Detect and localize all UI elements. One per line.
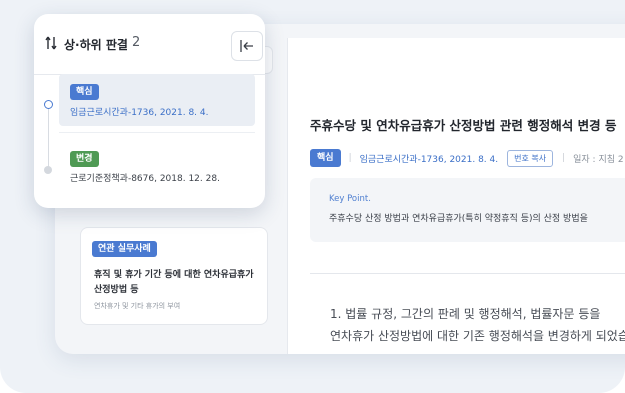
timeline-dot [44,166,52,174]
body-line: 연차휴가 산정방법에 대한 기존 행정해석을 변경하게 되었습 [330,329,625,343]
item-ref: 근로기준정책과-8676, 2018. 12. 28. [70,174,220,184]
body-line: 1. 법률 규정, 그간의 판례 및 행정해석, 법률자문 등을 [330,307,601,321]
document-ref-link[interactable]: 임금근로시간과-1736, 2021. 8. 4. [360,152,499,165]
sort-icon [45,36,57,50]
timeline-item-active[interactable]: 핵심 임금근로시간과-1736, 2021. 8. 4. [59,74,255,126]
document-badge: 핵심 [310,149,341,167]
related-judgments-popup: 상·하위 판결 2 핵심 임금근로시간과-1736, 2021. 8. 4. 변… [34,14,265,208]
timeline-item[interactable]: 변경 근로기준정책과-8676, 2018. 12. 28. [59,132,255,185]
meta-divider: | [348,153,352,163]
case-title: 휴직 및 휴가 기간 등에 대한 연차유급휴가 산정방법 등 [94,270,254,295]
popup-header: 상·하위 판결 2 [34,14,265,75]
timeline-dot-active [44,100,53,109]
case-badge: 연관 실무사례 [92,241,157,257]
copy-number-button[interactable]: 번호 복사 [507,149,554,167]
collapse-panel-button[interactable] [231,31,263,61]
document-date: 일자 : 지침 2 [573,154,624,165]
document-panel: 주휴수당 및 연차유급휴가 산정방법 관련 행정해석 변경 등 핵심 | 임금근… [287,38,625,354]
section-divider [310,273,625,274]
related-case-card[interactable]: 연관 실무사례 휴직 및 휴가 기간 등에 대한 연차유급휴가 산정방법 등 연… [80,227,268,325]
item-ref: 임금근로시간과-1736, 2021. 8. 4. [70,108,209,118]
popup-count: 2 [132,35,141,50]
document-meta: 핵심 | 임금근로시간과-1736, 2021. 8. 4. 번호 복사 | 일… [310,148,624,168]
key-point-box: Key Point. 주휴수당 산정 방법과 연차유급휴가(특히 약정휴직 등)… [310,178,625,242]
case-tags: 연차휴가 및 기타 휴가의 부여 [94,302,181,310]
item-badge: 변경 [70,151,99,167]
key-point-text: 주휴수당 산정 방법과 연차유급휴가(특히 약정휴직 등)의 산정 방법을 [329,214,588,224]
meta-divider: | [562,153,566,163]
collapse-panel-icon [240,40,253,52]
document-title: 주휴수당 및 연차유급휴가 산정방법 관련 행정해석 변경 등 [310,118,617,133]
key-point-label: Key Point. [329,194,371,204]
item-badge: 핵심 [70,84,99,100]
popup-title: 상·하위 판결 [64,38,128,52]
timeline-line [48,104,49,169]
document-body: 1. 법률 규정, 그간의 판례 및 행정해석, 법률자문 등을 연차휴가 산정… [330,303,625,347]
